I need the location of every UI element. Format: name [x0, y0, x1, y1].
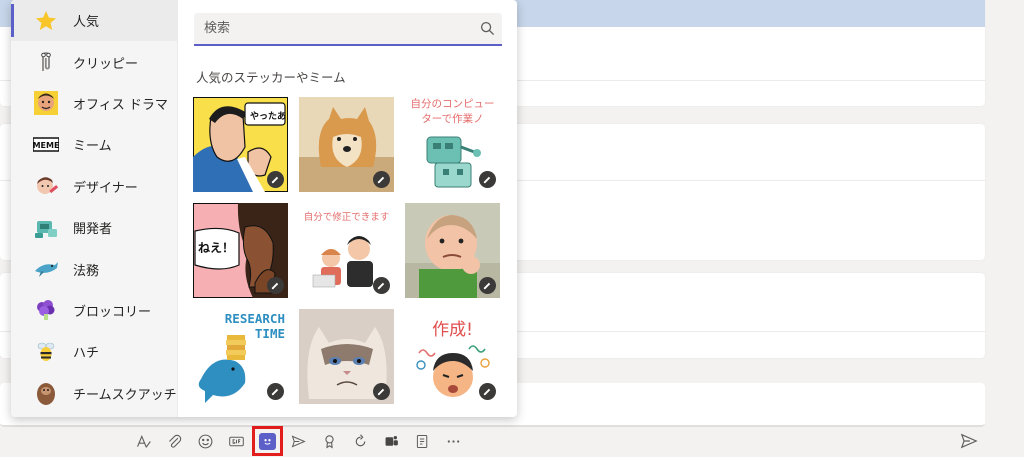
loop-button[interactable] — [345, 426, 376, 456]
sticker-caption: RESEARCH TIME — [224, 311, 285, 341]
category-legal[interactable]: 法務 — [11, 248, 177, 289]
edit-people-sticker[interactable]: 自分で修正できます — [299, 203, 394, 298]
category-designer[interactable]: デザイナー — [11, 166, 177, 207]
comic-woman-sticker[interactable]: ねえ！ — [193, 203, 288, 298]
category-label: 人気 — [73, 15, 100, 31]
sticker-caption: 作成! — [432, 320, 473, 340]
category-label: 開発者 — [73, 222, 113, 238]
edit-sticker-button[interactable] — [479, 171, 496, 188]
star-icon — [33, 8, 59, 34]
edit-sticker-button[interactable] — [479, 277, 496, 294]
robot-computer-sticker[interactable]: 自分のコンピューターで作業ノ — [405, 97, 500, 192]
search-icon[interactable] — [472, 21, 502, 36]
sticker-grid: やったあ! 自分のコンピューターで作業ノ ねえ！ 自分で修正できます RESEA… — [193, 97, 500, 404]
paperclip-icon — [33, 49, 59, 75]
sticker-icon — [259, 432, 276, 450]
sticker-button[interactable] — [252, 426, 283, 456]
schedule-meeting-button[interactable] — [283, 426, 314, 456]
format-icon — [137, 434, 151, 448]
developer-icon — [33, 215, 59, 241]
sticker-caption: 自分のコンピューターで作業ノ — [410, 98, 495, 125]
pencil-icon — [271, 282, 279, 290]
edit-sticker-button[interactable] — [373, 383, 390, 400]
search-input[interactable] — [194, 13, 472, 44]
comic-man-sticker[interactable]: やったあ! — [193, 97, 288, 192]
edit-sticker-button[interactable] — [373, 277, 390, 294]
legal-icon — [33, 256, 59, 282]
category-label: ブロッコリー — [73, 304, 152, 320]
pencil-icon — [377, 282, 385, 290]
apps-button[interactable] — [376, 426, 407, 456]
sticker-caption: 自分で修正できます — [303, 212, 390, 223]
praise-icon — [325, 434, 334, 449]
sticker-category-list: 人気 クリッピー オフィス ドラマ MEME ミーム デザイナー 開発者 法務 … — [11, 0, 178, 417]
pencil-icon — [271, 388, 279, 396]
success-kid-sticker[interactable] — [405, 203, 500, 298]
sticker-picker: 人気 クリッピー オフィス ドラマ MEME ミーム デザイナー 開発者 法務 … — [11, 0, 517, 417]
category-broccoli[interactable]: ブロッコリー — [11, 290, 177, 331]
praise-button[interactable] — [314, 426, 345, 456]
sticker-caption: やったあ! — [250, 112, 288, 122]
pencil-icon — [483, 282, 491, 290]
send-icon — [960, 433, 978, 449]
pencil-icon — [271, 176, 279, 184]
pencil-icon — [483, 176, 491, 184]
sticker-caption: ねえ！ — [198, 241, 235, 255]
send-button[interactable] — [955, 428, 983, 454]
edit-sticker-button[interactable] — [267, 383, 284, 400]
edit-sticker-button[interactable] — [479, 383, 496, 400]
format-button[interactable] — [128, 426, 159, 456]
pencil-icon — [377, 388, 385, 396]
category-popular[interactable]: 人気 — [11, 0, 177, 42]
designer-icon — [33, 173, 59, 199]
category-clippy[interactable]: クリッピー — [11, 41, 177, 82]
category-label: チームスクアッチ — [73, 387, 177, 403]
gif-icon — [229, 436, 244, 446]
send-outline-icon — [291, 434, 306, 448]
grumpy-cat-sticker[interactable] — [299, 309, 394, 404]
forms-button[interactable] — [407, 426, 438, 456]
category-meme[interactable]: MEME ミーム — [11, 124, 177, 165]
svg-text:MEME: MEME — [33, 141, 59, 150]
doge-sticker[interactable] — [299, 97, 394, 192]
search-box — [194, 13, 502, 46]
category-label: ハチ — [73, 346, 100, 362]
pencil-icon — [377, 176, 385, 184]
attach-button[interactable] — [159, 426, 190, 456]
broccoli-icon — [33, 297, 59, 323]
category-label: 法務 — [73, 263, 100, 279]
category-label: クリッピー — [73, 56, 139, 72]
category-developer[interactable]: 開発者 — [11, 207, 177, 248]
emoji-button[interactable] — [190, 426, 221, 456]
category-label: デザイナー — [73, 180, 138, 196]
edit-sticker-button[interactable] — [373, 171, 390, 188]
section-title: 人気のステッカーやミーム — [196, 70, 346, 85]
more-options-button[interactable] — [438, 426, 469, 456]
paperclip-icon — [169, 434, 182, 448]
teams-app-icon — [385, 435, 398, 446]
edit-sticker-button[interactable] — [267, 171, 284, 188]
bee-icon — [33, 339, 59, 365]
compose-toolbar — [128, 426, 469, 456]
category-team-squatch[interactable]: チームスクアッチ — [11, 373, 177, 414]
team-squatch-icon — [33, 380, 59, 406]
edit-sticker-button[interactable] — [267, 277, 284, 294]
category-label: オフィス ドラマ — [73, 97, 168, 113]
category-bee[interactable]: ハチ — [11, 331, 177, 372]
loop-icon — [355, 433, 366, 446]
category-office-drama[interactable]: オフィス ドラマ — [11, 83, 177, 124]
gif-button[interactable] — [221, 426, 252, 456]
ellipsis-icon — [447, 439, 460, 443]
emoji-icon — [198, 434, 213, 448]
forms-icon — [416, 434, 428, 448]
create-sticker[interactable]: 作成! — [405, 309, 500, 404]
research-time-sticker[interactable]: RESEARCH TIME — [193, 309, 288, 404]
category-label: ミーム — [73, 139, 112, 155]
meme-icon: MEME — [33, 132, 59, 158]
pencil-icon — [483, 388, 491, 396]
office-drama-icon — [33, 90, 59, 116]
sticker-panel: 人気のステッカーやミーム やったあ! — [178, 0, 517, 417]
